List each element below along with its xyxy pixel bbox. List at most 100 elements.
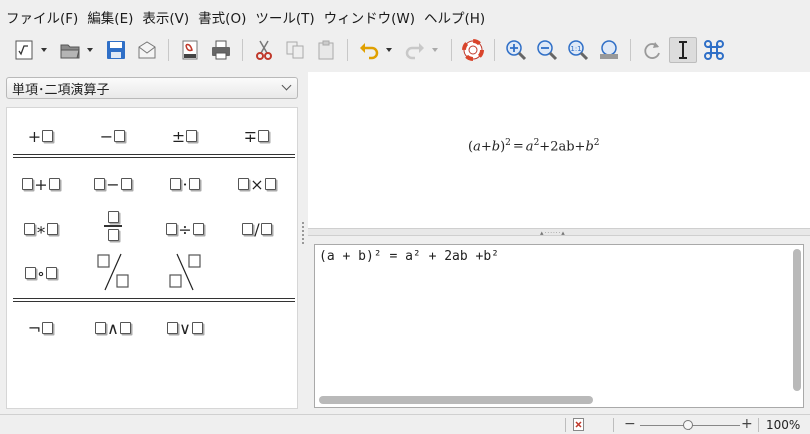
open-button[interactable] [56, 37, 84, 63]
placeholder-box-icon [264, 178, 276, 190]
op-fraction[interactable] [83, 204, 143, 248]
formula-cursor-button[interactable] [669, 37, 697, 63]
toolbar-separator [347, 39, 348, 61]
copy-icon [286, 41, 304, 59]
menu-help[interactable]: ヘルプ(H) [420, 7, 489, 27]
op-wideslash[interactable] [87, 250, 139, 294]
op-cdot[interactable]: · [155, 170, 215, 198]
document-modified-icon[interactable] [573, 418, 584, 431]
placeholder-box-icon [47, 223, 59, 235]
elements-palette: + − ± ∓ + − · × ∗ ÷ / ∘ ¬ ∧ ∨ [6, 107, 298, 409]
formula-preview[interactable]: (a+b)2 = a2+2ab+b2 [308, 72, 810, 228]
help-button[interactable] [459, 37, 487, 63]
op-symbol: ∗ [35, 219, 47, 239]
op-widebslash[interactable] [159, 250, 211, 294]
toolbar-separator [168, 39, 169, 61]
zoom-value[interactable]: 100% [766, 418, 800, 432]
placeholder-box-icon [119, 322, 131, 334]
op-minus-plus[interactable]: ∓ [231, 122, 281, 150]
save-button[interactable] [102, 37, 130, 63]
symbols-button[interactable] [700, 37, 728, 63]
op-symbol: − [99, 126, 114, 146]
op-times[interactable]: × [227, 170, 287, 198]
paste-button[interactable] [312, 37, 340, 63]
zoom-slider-handle[interactable] [683, 420, 693, 430]
op-circ[interactable]: ∘ [11, 259, 71, 287]
op-symbol: ∓ [243, 126, 258, 146]
zoom-out-button[interactable] [533, 37, 561, 63]
category-dropdown[interactable]: 単項･二項演算子 [6, 77, 298, 99]
op-symbol: ∧ [107, 318, 119, 338]
export-pdf-button[interactable] [176, 37, 204, 63]
menu-window[interactable]: ウィンドウ(W) [320, 7, 419, 27]
menu-bar: ファイル(F) 編集(E) 表示(V) 書式(O) ツール(T) ウィンドウ(W… [0, 0, 810, 33]
vertical-splitter[interactable] [300, 72, 308, 411]
op-subtract[interactable]: − [83, 170, 143, 198]
email-button[interactable] [133, 37, 161, 63]
copy-button[interactable] [281, 37, 309, 63]
undo-dropdown[interactable] [383, 37, 395, 63]
zoom-out-status-button[interactable]: − [624, 416, 636, 432]
placeholder-box-icon [107, 211, 119, 224]
cut-icon [256, 40, 272, 60]
op-add[interactable]: + [11, 170, 71, 198]
symbols-icon [704, 40, 724, 60]
op-not[interactable]: ¬ [15, 314, 65, 342]
formula-token: 2 [505, 138, 511, 148]
op-symbol: ÷ [178, 219, 192, 239]
menu-edit[interactable]: 編集(E) [83, 7, 137, 27]
status-bar: − + 100% [0, 414, 810, 434]
svg-text:1:1: 1:1 [570, 45, 581, 53]
op-or[interactable]: ∨ [155, 314, 215, 342]
placeholder-box-icon [25, 267, 37, 279]
formula-token: 2 [593, 138, 600, 148]
op-slash[interactable]: / [227, 215, 287, 243]
vertical-scrollbar[interactable] [793, 249, 801, 391]
redo-button[interactable] [401, 37, 429, 63]
placeholder-box-icon [170, 178, 182, 190]
horizontal-scrollbar[interactable] [319, 396, 593, 404]
formula-edit-dropdown[interactable] [38, 37, 50, 63]
menu-format[interactable]: 書式(O) [194, 7, 250, 27]
horizontal-splitter[interactable]: ▴ᐧᐧᐧᐧᐧᐧ▴ [308, 228, 810, 237]
zoom-100-button[interactable]: 1:1 [564, 37, 592, 63]
status-separator [758, 418, 759, 432]
op-and[interactable]: ∧ [83, 314, 143, 342]
paste-icon [318, 40, 334, 60]
print-button[interactable] [207, 37, 235, 63]
formula-edit-button[interactable] [10, 37, 38, 63]
menu-view[interactable]: 表示(V) [138, 7, 193, 27]
update-button[interactable] [638, 37, 666, 63]
undo-icon [360, 43, 379, 60]
zoom-in-button[interactable] [502, 37, 530, 63]
elements-panel: 単項･二項演算子 + − ± ∓ + − · × ∗ ÷ / ∘ ¬ ∧ ∨ [4, 72, 300, 411]
op-minus[interactable]: − [87, 122, 137, 150]
op-divide[interactable]: ÷ [155, 215, 215, 243]
placeholder-box-icon [42, 322, 54, 334]
op-plus[interactable]: + [15, 122, 65, 150]
open-folder-icon [60, 44, 80, 59]
open-dropdown[interactable] [84, 37, 96, 63]
command-editor[interactable]: (a + b)² = a² + 2ab +b² [314, 244, 804, 408]
zoom-in-status-button[interactable]: + [741, 416, 753, 432]
undo-button[interactable] [355, 37, 383, 63]
chevron-down-icon [281, 80, 292, 91]
placeholder-box-icon [167, 322, 179, 334]
menu-file[interactable]: ファイル(F) [2, 7, 82, 27]
placeholder-box-icon [114, 130, 126, 142]
op-asterisk[interactable]: ∗ [11, 215, 71, 243]
menu-tools[interactable]: ツール(T) [251, 7, 318, 27]
cut-button[interactable] [250, 37, 278, 63]
wideslash-symbol [97, 253, 129, 291]
print-icon [212, 40, 230, 60]
palette-divider [13, 298, 295, 302]
op-symbol: ∨ [179, 318, 191, 338]
show-all-button[interactable] [595, 37, 623, 63]
update-icon [644, 42, 660, 59]
placeholder-box-icon [238, 178, 250, 190]
op-symbol: + [34, 174, 48, 194]
redo-dropdown[interactable] [429, 37, 441, 63]
command-text[interactable]: (a + b)² = a² + 2ab +b² [319, 249, 499, 264]
placeholder-box-icon [42, 130, 54, 142]
op-plus-minus[interactable]: ± [159, 122, 209, 150]
